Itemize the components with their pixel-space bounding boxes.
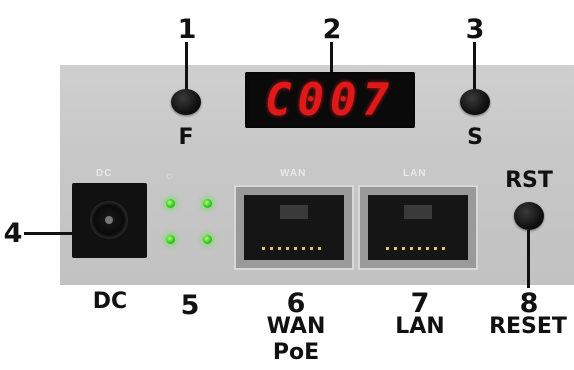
callout-1-line: [185, 42, 188, 90]
callout-2-line: [330, 42, 333, 72]
reset-label: RESET: [489, 314, 567, 339]
wan-label: WAN: [266, 314, 326, 339]
lan-silkscreen: LAN: [403, 168, 427, 179]
callout-4-number: 4: [3, 218, 23, 249]
wan-port-contacts: [262, 247, 326, 250]
dc-jack-pin: [105, 216, 113, 224]
callout-3-number: 3: [465, 14, 485, 45]
status-led-4: [203, 235, 212, 244]
power-led-silkscreen: ⏻: [167, 174, 173, 181]
lan-label: LAN: [395, 314, 445, 339]
wan-port[interactable]: [234, 185, 354, 270]
status-led-2: [203, 199, 212, 208]
dc-label: DC: [92, 289, 128, 314]
wan-port-socket: [244, 195, 344, 260]
callout-2-number: 2: [322, 14, 342, 45]
lan-port[interactable]: [358, 185, 478, 270]
callout-5-number: 5: [180, 290, 200, 321]
reset-button[interactable]: [514, 202, 544, 230]
callout-8-number: 8: [519, 288, 539, 319]
wan-silkscreen: WAN: [280, 168, 307, 179]
f-button-label: F: [178, 125, 194, 150]
callout-8-line: [527, 230, 530, 288]
poe-label: PoE: [272, 340, 320, 365]
status-led-3: [166, 235, 175, 244]
dc-silkscreen: DC: [96, 168, 113, 179]
callout-7-number: 7: [410, 288, 430, 319]
callout-3-line: [473, 42, 476, 90]
lan-port-latch: [404, 205, 432, 219]
dc-power-jack[interactable]: [72, 183, 147, 258]
display-readout: C007: [265, 74, 395, 126]
status-led-1: [166, 199, 175, 208]
s-button-label: S: [467, 125, 483, 150]
rst-label: RST: [505, 168, 553, 193]
callout-6-number: 6: [286, 288, 306, 319]
callout-1-number: 1: [177, 14, 197, 45]
s-button[interactable]: [460, 89, 490, 115]
router-front-panel-diagram: 1 F 2 C007 3 S 4 DC DC ⏻ 5 WAN 6 WAN PoE…: [0, 0, 574, 370]
led-segment-display: C007: [245, 72, 415, 128]
f-button[interactable]: [171, 89, 201, 115]
wan-port-latch: [280, 205, 308, 219]
callout-4-line: [24, 232, 72, 235]
lan-port-contacts: [386, 247, 450, 250]
lan-port-socket: [368, 195, 468, 260]
